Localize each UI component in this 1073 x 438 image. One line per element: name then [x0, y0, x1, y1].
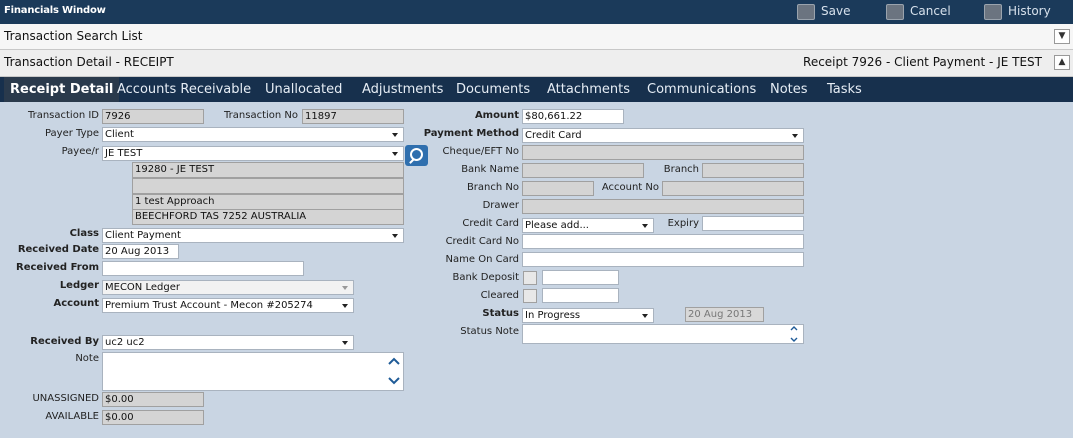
bank-name-field [522, 163, 644, 178]
tab-documents[interactable]: Documents [456, 77, 530, 102]
ledger-label: Ledger [59, 280, 99, 291]
transaction-id-field: 7926 [102, 109, 204, 124]
bank-deposit-field[interactable] [542, 270, 619, 285]
bank-deposit-label: Bank Deposit [452, 272, 519, 283]
received-date-field[interactable]: 20 Aug 2013 [102, 244, 179, 259]
status-note-field[interactable] [522, 324, 804, 344]
cheque-label: Cheque/EFT No [442, 146, 519, 157]
tab-bar: Receipt Detail Accounts Receivable Unall… [0, 77, 1073, 102]
tab-notes[interactable]: Notes [770, 77, 808, 102]
address-line-1: 19280 - JE TEST [132, 162, 404, 178]
received-from-field[interactable] [102, 261, 304, 276]
search-payee-button[interactable] [405, 145, 428, 166]
note-textarea[interactable] [102, 352, 404, 391]
status-date-field: 20 Aug 2013 [685, 307, 764, 322]
name-on-card-field[interactable] [522, 252, 804, 267]
unassigned-label: UNASSIGNED [32, 393, 99, 404]
class-label: Class [69, 228, 99, 239]
payee-label: Payee/r [61, 146, 99, 157]
tab-accounts-receivable[interactable]: Accounts Receivable [117, 77, 251, 102]
transaction-no-field: 11897 [302, 109, 404, 124]
address-line-4: BEECHFORD TAS 7252 AUSTRALIA [132, 209, 404, 225]
chevron-up-icon[interactable]: ▲ [1054, 55, 1070, 70]
credit-card-no-field[interactable] [522, 234, 804, 249]
chevron-down-icon[interactable]: ▼ [1054, 29, 1070, 44]
transaction-no-label: Transaction No [224, 110, 298, 121]
status-label: Status [482, 308, 519, 319]
history-icon [984, 4, 1002, 20]
ledger-select[interactable]: MECON Ledger [102, 280, 354, 295]
account-select[interactable]: Premium Trust Account - Mecon #205274 [102, 298, 354, 313]
credit-card-select[interactable]: Please add... [522, 218, 654, 233]
received-by-label: Received By [30, 336, 99, 347]
tab-adjustments[interactable]: Adjustments [362, 77, 443, 102]
branch-no-field [522, 181, 594, 196]
detail-title: Transaction Detail - RECEIPT [4, 55, 174, 69]
class-select[interactable]: Client Payment [102, 228, 404, 243]
cancel-button-label: Cancel [910, 4, 951, 18]
drawer-label: Drawer [482, 200, 519, 211]
cheque-field [522, 145, 804, 160]
payer-type-label: Payer Type [44, 128, 99, 139]
cleared-label: Cleared [480, 290, 519, 301]
account-no-field [662, 181, 804, 196]
note-scroll-arrows[interactable] [388, 356, 400, 387]
branch-label: Branch [663, 164, 699, 175]
cancel-icon [886, 4, 904, 20]
transaction-id-label: Transaction ID [27, 110, 99, 121]
tab-tasks[interactable]: Tasks [827, 77, 862, 102]
search-list-label: Transaction Search List [4, 29, 143, 43]
tab-attachments[interactable]: Attachments [547, 77, 630, 102]
received-from-label: Received From [16, 262, 99, 273]
status-note-label: Status Note [460, 326, 519, 337]
available-field: $0.00 [102, 410, 204, 425]
received-by-select[interactable]: uc2 uc2 [102, 335, 354, 350]
detail-bar: Transaction Detail - RECEIPT Receipt 792… [0, 50, 1073, 77]
payment-method-select[interactable]: Credit Card [522, 128, 804, 143]
save-button-label: Save [821, 4, 851, 18]
bank-deposit-checkbox[interactable] [523, 271, 537, 285]
expiry-label: Expiry [667, 218, 699, 229]
address-line-3: 1 test Approach [132, 194, 404, 210]
payment-method-label: Payment Method [423, 128, 519, 139]
branch-field [702, 163, 804, 178]
note-label: Note [75, 353, 99, 364]
window-title: Financials Window [4, 5, 106, 16]
status-note-scroll-arrows[interactable] [789, 325, 799, 343]
account-no-label: Account No [601, 182, 659, 193]
window-titlebar: Financials Window Save Cancel History [0, 0, 1073, 24]
received-date-label: Received Date [17, 244, 99, 255]
history-button-label: History [1008, 4, 1051, 18]
expiry-field[interactable] [702, 216, 804, 231]
cleared-field[interactable] [542, 288, 619, 303]
detail-summary: Receipt 7926 - Client Payment - JE TEST [803, 55, 1042, 69]
cleared-checkbox[interactable] [523, 289, 537, 303]
branch-no-label: Branch No [466, 182, 519, 193]
credit-card-label: Credit Card [462, 218, 519, 229]
available-label: AVAILABLE [45, 411, 99, 422]
unassigned-field: $0.00 [102, 392, 204, 407]
tab-communications[interactable]: Communications [647, 77, 756, 102]
save-icon [797, 4, 815, 20]
amount-field[interactable]: $80,661.22 [522, 109, 624, 124]
search-list-bar[interactable]: Transaction Search List ▼ [0, 24, 1073, 50]
bank-name-label: Bank Name [461, 164, 519, 175]
account-label: Account [53, 298, 99, 309]
payer-type-select[interactable]: Client [102, 127, 404, 142]
tab-receipt-detail[interactable]: Receipt Detail [4, 77, 120, 102]
drawer-field [522, 199, 804, 214]
status-select[interactable]: In Progress [522, 308, 654, 323]
tab-unallocated[interactable]: Unallocated [265, 77, 342, 102]
name-on-card-label: Name On Card [445, 254, 519, 265]
address-line-2 [132, 178, 404, 194]
payee-select[interactable]: JE TEST [102, 146, 404, 161]
credit-card-no-label: Credit Card No [445, 236, 519, 247]
amount-label: Amount [474, 110, 519, 121]
